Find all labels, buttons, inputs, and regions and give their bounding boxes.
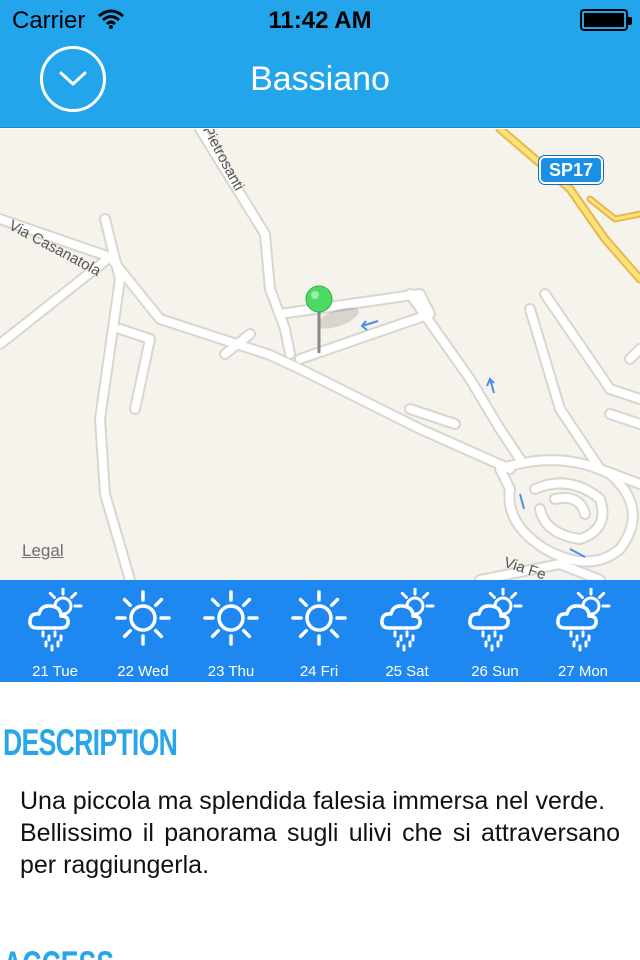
forecast-day[interactable]: 21 Tue <box>11 580 99 682</box>
description-heading: DESCRIPTION <box>3 722 178 763</box>
forecast-day[interactable]: 24 Fri <box>275 580 363 682</box>
location-pin[interactable] <box>300 281 360 361</box>
forecast-day-label: 22 Wed <box>117 663 169 680</box>
description-text: Una piccola ma splendida falesia immersa… <box>20 785 620 881</box>
nav-header: Carrier 11:42 AM Bassiano <box>0 0 640 128</box>
legal-link[interactable]: Legal <box>22 541 64 561</box>
battery-icon <box>580 9 632 31</box>
highway-badge: SP17 <box>539 156 603 184</box>
description-line-2: Bellissimo il panorama sugli ulivi che s… <box>20 819 620 879</box>
forecast-day[interactable]: 23 Thu <box>187 580 275 682</box>
status-bar: Carrier 11:42 AM <box>0 0 640 40</box>
map-view[interactable]: Via Casanatola Pietrosanti Via Fe SP17 L… <box>0 129 640 580</box>
forecast-day[interactable]: 26 Sun <box>451 580 539 682</box>
forecast-day[interactable]: 22 Wed <box>99 580 187 682</box>
forecast-day-label: 25 Sat <box>385 663 429 680</box>
forecast-day-label: 23 Thu <box>207 663 255 680</box>
forecast-day[interactable]: 27 Mon <box>539 580 627 682</box>
forecast-day-label: 26 Sun <box>471 663 519 680</box>
forecast-day[interactable]: 25 Sat <box>363 580 451 682</box>
status-time: 11:42 AM <box>268 7 372 34</box>
page-title: Bassiano <box>250 60 390 98</box>
forecast-day-label: 27 Mon <box>557 663 609 680</box>
forecast-bar: 21 Tue 22 Wed 23 Thu 24 Fri 25 Sat 26 Sun 2… <box>0 580 640 682</box>
description-line-1: Una piccola ma splendida falesia immersa… <box>20 787 606 815</box>
forecast-day-label: 21 Tue <box>32 663 78 680</box>
access-heading: ACCESS <box>3 944 114 960</box>
forecast-day-label: 24 Fri <box>299 663 339 680</box>
